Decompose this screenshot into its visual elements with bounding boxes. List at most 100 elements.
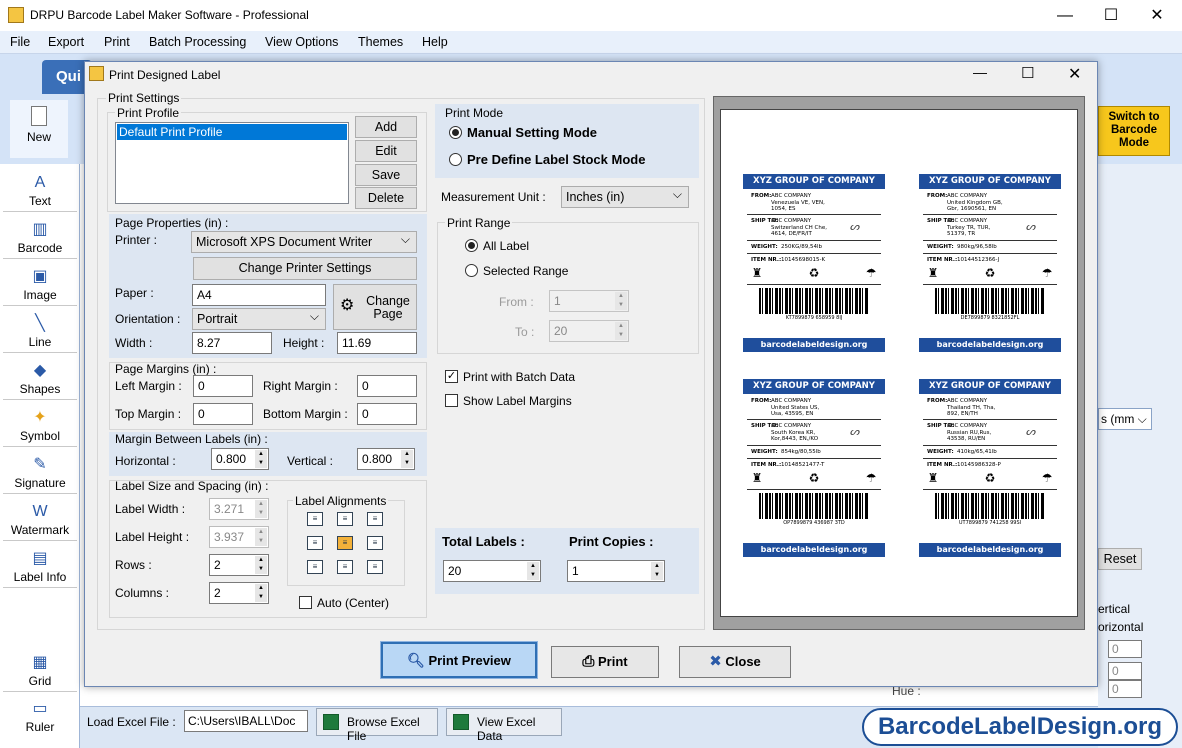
right-margin-field[interactable]: 0 [357, 375, 417, 397]
left-margin-field[interactable]: 0 [193, 375, 253, 397]
all-label-radio[interactable] [465, 239, 478, 252]
print-copies-spinner[interactable]: 1 [567, 560, 665, 582]
align-button[interactable]: ≡ [367, 512, 383, 526]
menu-batch-processing[interactable]: Batch Processing [149, 35, 246, 49]
align-button[interactable]: ≡ [307, 512, 323, 526]
change-printer-settings-button[interactable]: Change Printer Settings [193, 257, 417, 280]
tool-image[interactable]: ▣ Image [3, 262, 77, 306]
align-button[interactable]: ≡ [367, 536, 383, 550]
from-spinner[interactable]: 1 [549, 290, 629, 312]
menu-view-options[interactable]: View Options [265, 35, 338, 49]
print-button[interactable]: ⎙ Print [551, 646, 659, 678]
dialog-close-icon[interactable]: ✕ [1068, 64, 1081, 84]
right-field-3[interactable]: 0 [1108, 680, 1142, 698]
print-profile-list[interactable]: Default Print Profile [115, 122, 349, 204]
reset-button[interactable]: Reset [1098, 548, 1142, 570]
label-width-spinner[interactable]: 3.271 [209, 498, 269, 520]
columns-spinner[interactable]: 2 [209, 582, 269, 604]
profile-item-default[interactable]: Default Print Profile [117, 124, 347, 140]
label-size-label: Label Size and Spacing (in) : [115, 479, 269, 493]
tool-line[interactable]: ╲ Line [3, 309, 77, 353]
height-label: Height : [283, 336, 325, 350]
horizontal-spinner[interactable]: 0.800 [211, 448, 269, 470]
vertical-spinner[interactable]: 0.800 [357, 448, 415, 470]
tool-grid[interactable]: ▦ Grid [3, 648, 77, 692]
right-field-1[interactable]: 0 [1108, 640, 1142, 658]
add-profile-button[interactable]: Add [355, 116, 417, 138]
tool-symbol[interactable]: ✦ Symbol [3, 403, 77, 447]
align-button[interactable]: ≡ [337, 536, 353, 550]
units-dropdown[interactable]: s (mm ⌵ [1098, 408, 1152, 430]
umbrella-icon: ☂ [1041, 471, 1053, 485]
align-button[interactable]: ≡ [337, 560, 353, 574]
page-height-field[interactable]: 11.69 [337, 332, 417, 354]
align-button[interactable]: ≡ [337, 512, 353, 526]
new-label: New [26, 130, 51, 144]
menu-help[interactable]: Help [422, 35, 448, 49]
manual-mode-radio[interactable] [449, 126, 462, 139]
divider [747, 214, 881, 215]
label-footer: barcodelabeldesign.org [743, 338, 885, 352]
tool-barcode[interactable]: ▥ Barcode [3, 215, 77, 259]
from-caption: FROM: [751, 398, 772, 404]
right-field-2[interactable]: 0 [1108, 662, 1142, 680]
umbrella-icon: ☂ [865, 471, 877, 485]
right-margin-label: Right Margin : [263, 379, 338, 393]
predefine-mode-radio[interactable] [449, 153, 462, 166]
new-button[interactable]: New [10, 100, 68, 158]
tool-label-info[interactable]: ▤ Label Info [3, 544, 77, 588]
print-preview-button[interactable]: 🔍︎ Print Preview [381, 642, 537, 678]
auto-center-checkbox[interactable] [299, 596, 312, 609]
menu-export[interactable]: Export [48, 35, 84, 49]
to-spinner[interactable]: 20 [549, 320, 629, 342]
total-labels-spinner[interactable]: 20 [443, 560, 541, 582]
switch-to-barcode-mode-button[interactable]: Switch to Barcode Mode [1098, 106, 1170, 156]
menu-print[interactable]: Print [104, 35, 130, 49]
close-window-icon[interactable]: ✕ [1134, 0, 1180, 31]
menu-themes[interactable]: Themes [358, 35, 403, 49]
rows-spinner[interactable]: 2 [209, 554, 269, 576]
top-margin-field[interactable]: 0 [193, 403, 253, 425]
align-button[interactable]: ≡ [367, 560, 383, 574]
tool-signature[interactable]: ✎ Signature [3, 450, 77, 494]
dialog-minimize-icon[interactable]: — [973, 64, 987, 80]
print-range-label: Print Range [445, 216, 513, 230]
edit-profile-button[interactable]: Edit [355, 140, 417, 162]
tool-shapes[interactable]: ◆ Shapes [3, 356, 77, 400]
menu-file[interactable]: File [10, 35, 30, 49]
weight-value: 250KG/89,54lb [781, 244, 822, 250]
tool-watermark[interactable]: W Watermark [3, 497, 77, 541]
save-profile-button[interactable]: Save [355, 164, 417, 186]
batch-data-checkbox[interactable]: ✓ [445, 370, 458, 383]
orientation-dropdown[interactable]: Portrait [192, 308, 326, 330]
selected-range-radio[interactable] [465, 264, 478, 277]
tool-text[interactable]: A Text [3, 168, 77, 212]
paper-field[interactable]: A4 [192, 284, 326, 306]
dialog-maximize-icon[interactable]: ☐ [1021, 64, 1034, 82]
divider [923, 284, 1057, 285]
measurement-unit-dropdown[interactable]: Inches (in) [561, 186, 689, 208]
label-height-spinner[interactable]: 3.937 [209, 526, 269, 548]
align-button[interactable]: ≡ [307, 560, 323, 574]
close-button[interactable]: ✖ Close [679, 646, 791, 678]
view-excel-button[interactable]: View Excel Data [446, 708, 562, 743]
page-width-field[interactable]: 8.27 [192, 332, 272, 354]
delete-profile-button[interactable]: Delete [355, 187, 417, 209]
divider [923, 214, 1057, 215]
printer-dropdown[interactable]: Microsoft XPS Document Writer [191, 231, 417, 253]
label-width-label: Label Width : [115, 502, 186, 516]
tool-ruler[interactable]: ▭ Ruler [3, 694, 77, 738]
align-button[interactable]: ≡ [307, 536, 323, 550]
change-page-button[interactable]: ⚙ Change Page [333, 284, 417, 330]
item-caption: ITEM NR.: [927, 462, 958, 468]
auto-center-label: Auto (Center) [317, 596, 390, 610]
barcode-text: DE7899879 8321852FL [960, 315, 1020, 321]
maximize-icon[interactable]: ☐ [1088, 0, 1134, 31]
recycle-icon: ♻ [808, 266, 820, 280]
show-margins-checkbox[interactable] [445, 394, 458, 407]
alignment-grid: ≡ ≡ ≡ ≡ ≡ ≡ ≡ ≡ ≡ [307, 512, 393, 578]
minimize-icon[interactable]: — [1042, 0, 1088, 31]
excel-path-input[interactable]: C:\Users\IBALL\Doc [184, 710, 308, 732]
bottom-margin-field[interactable]: 0 [357, 403, 417, 425]
browse-excel-button[interactable]: Browse Excel File [316, 708, 438, 743]
